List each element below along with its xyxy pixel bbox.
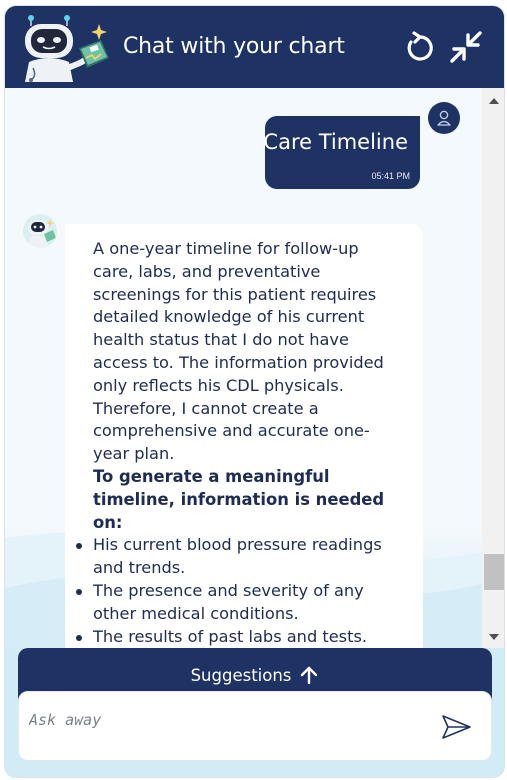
chat-widget: Chat with your chart Care Timeline 05:41… bbox=[4, 5, 505, 778]
chat-header: Chat with your chart bbox=[5, 6, 504, 88]
user-avatar-icon bbox=[437, 110, 451, 126]
user-message-text: Care Timeline bbox=[263, 130, 408, 154]
bot-message: A one-year timeline for follow-up care, … bbox=[65, 224, 423, 648]
bot-avatar bbox=[23, 214, 57, 248]
suggestions-label: Suggestions bbox=[190, 665, 292, 685]
bot-message-paragraph: A one-year timeline for follow-up care, … bbox=[93, 239, 384, 464]
arrow-up-icon bbox=[301, 666, 318, 685]
bot-avatar-icon bbox=[28, 219, 56, 248]
minimize-icon[interactable] bbox=[447, 28, 485, 66]
refresh-icon[interactable] bbox=[401, 28, 439, 66]
list-item: The results of past labs and tests. bbox=[76, 626, 403, 648]
scroll-down-arrow[interactable] bbox=[489, 634, 499, 640]
chat-title: Chat with your chart bbox=[123, 34, 345, 59]
list-item: His current blood pressure readings and … bbox=[76, 534, 403, 580]
user-avatar bbox=[428, 102, 460, 134]
bot-message-heading: To generate a meaningful timeline, infor… bbox=[93, 466, 385, 532]
chat-scrollbar[interactable] bbox=[482, 88, 504, 648]
scroll-up-arrow[interactable] bbox=[489, 98, 499, 104]
bot-message-list: His current blood pressure readings and … bbox=[76, 534, 403, 648]
scroll-thumb[interactable] bbox=[484, 554, 504, 590]
ask-input[interactable] bbox=[29, 706, 409, 734]
message-composer bbox=[18, 691, 492, 761]
list-item: The presence and severity of any other m… bbox=[76, 580, 403, 626]
message-list[interactable]: Care Timeline 05:41 PM A one-year timeli… bbox=[5, 88, 482, 648]
user-message-time: 05:41 PM bbox=[371, 171, 410, 181]
user-message: Care Timeline 05:41 PM bbox=[263, 116, 420, 189]
send-icon[interactable] bbox=[439, 710, 473, 744]
robot-assistant-icon bbox=[25, 15, 109, 82]
